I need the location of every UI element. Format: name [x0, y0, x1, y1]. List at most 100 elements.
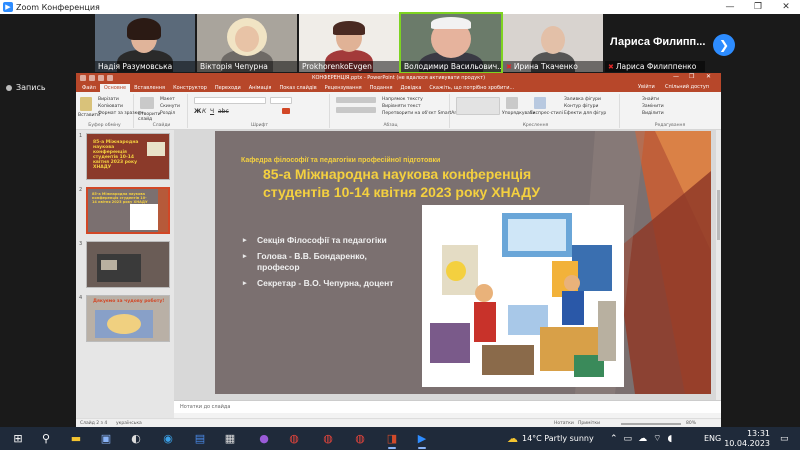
select-button[interactable]: Виділити [642, 111, 664, 116]
list-icons[interactable] [336, 97, 376, 103]
cut-button[interactable]: Вирізати [98, 97, 119, 102]
input-language[interactable]: ENG [704, 427, 721, 450]
chrome-button[interactable]: ◍ [320, 431, 336, 445]
notes-pane[interactable]: Нотатки до слайда [174, 400, 721, 413]
italic-icon[interactable]: К [202, 108, 206, 115]
redo-icon[interactable] [98, 75, 104, 81]
powerpoint-taskbar-button[interactable]: ◨ [384, 431, 400, 445]
paste-icon[interactable] [80, 97, 92, 111]
new-slide-button[interactable]: Створити слайд [138, 112, 161, 122]
clock[interactable]: 13:31 10.04.2023 [724, 427, 770, 450]
tab-slideshow[interactable]: Показ слайдів [275, 84, 320, 92]
vertical-scrollbar[interactable] [716, 130, 721, 400]
tab-animations[interactable]: Анімація [245, 84, 276, 92]
arrange-icon[interactable] [506, 97, 518, 109]
store-icon: ▣ [100, 431, 112, 445]
strikethrough-icon[interactable]: abc [218, 108, 229, 115]
font-size-dropdown[interactable] [270, 97, 292, 104]
quick-styles-button[interactable]: Експрес-стилі [530, 111, 563, 116]
smartart-button[interactable]: Перетворити на об'єкт SmartArt [382, 111, 458, 116]
tab-design[interactable]: Конструктор [169, 84, 211, 92]
app-button[interactable]: ◐ [128, 431, 144, 445]
maximize-button[interactable]: ❐ [744, 0, 772, 14]
store-button[interactable]: ▣ [98, 431, 114, 445]
weather-widget[interactable]: ☁ 14°C Partly sunny [507, 427, 594, 450]
status-language[interactable]: українська [116, 421, 142, 426]
new-slide-icon[interactable] [140, 97, 154, 109]
wifi-icon[interactable]: ⌔ [653, 433, 661, 444]
notifications-icon[interactable]: ▭ [780, 427, 789, 450]
minimize-button[interactable]: — [716, 0, 744, 14]
zoom-slider[interactable] [621, 423, 681, 425]
windows-start-button[interactable]: ⊞ [10, 431, 26, 445]
app-button[interactable]: ▦ [222, 431, 238, 445]
share-button[interactable]: Спільний доступ [661, 83, 713, 92]
align-icons[interactable] [336, 107, 376, 113]
slide-thumbnail-1[interactable]: 85-а Міжнародна наукова конференція студ… [86, 133, 170, 180]
tab-help[interactable]: Довідка [397, 84, 426, 92]
shapes-gallery[interactable] [456, 97, 500, 115]
slide-thumbnail-3[interactable] [86, 241, 170, 288]
signin-link[interactable]: Увійти [634, 83, 659, 92]
tab-view[interactable]: Подання [366, 84, 397, 92]
chevron-right-icon: ❯ [718, 38, 730, 52]
copy-button[interactable]: Копіювати [98, 104, 123, 109]
shape-outline-button[interactable]: Контур фігури [564, 104, 598, 109]
section-button[interactable]: Розділ [160, 111, 175, 116]
participant-tile[interactable]: Надія Разумовська [95, 14, 195, 72]
underline-icon[interactable]: Ч [210, 108, 214, 115]
ribbon-home: Вставити Вирізати Копіювати Формат за зр… [76, 92, 721, 130]
tab-transitions[interactable]: Переходи [211, 84, 245, 92]
undo-icon[interactable] [89, 75, 95, 81]
tray-overflow-icon[interactable]: ⌃ [610, 434, 618, 444]
replace-button[interactable]: Замінити [642, 104, 664, 109]
font-name-dropdown[interactable] [194, 97, 266, 104]
align-text-button[interactable]: Вирівняти текст [382, 104, 421, 109]
viber-button[interactable]: ● [256, 431, 272, 445]
participant-tile[interactable]: ✖ Ирина Ткаченко [503, 14, 603, 72]
volume-icon[interactable]: ◖ [668, 434, 673, 444]
quick-styles-icon[interactable] [534, 97, 546, 109]
participant-tile[interactable]: ProkhorenkoEvgen [299, 14, 399, 72]
shape-fill-button[interactable]: Заливка фігури [564, 97, 601, 102]
comments-toggle[interactable]: Примітки [578, 421, 600, 426]
notes-toggle[interactable]: Нотатки [554, 421, 574, 426]
participant-tile-active[interactable]: Володимир Васильович... [399, 12, 503, 74]
font-color-icon[interactable] [282, 108, 290, 114]
reset-button[interactable]: Скинути [160, 104, 180, 109]
close-button[interactable]: ✕ [772, 0, 800, 14]
current-slide[interactable]: Кафедра філософії та педагогіки професій… [215, 131, 711, 394]
tab-review[interactable]: Рецензування [321, 84, 366, 92]
shape-effects-button[interactable]: Ефекти для фігур [564, 111, 606, 116]
chrome-button[interactable]: ◍ [286, 431, 302, 445]
tab-file[interactable]: Файл [78, 84, 100, 92]
recording-indicator[interactable]: Запись [6, 83, 46, 92]
find-button[interactable]: Знайти [642, 97, 659, 102]
cloud-icon[interactable]: ☁ [638, 434, 647, 444]
ppt-maximize-button[interactable]: ❐ [689, 73, 694, 83]
next-page-button[interactable]: ❯ [713, 34, 735, 56]
network-icon[interactable]: ▭ [624, 434, 633, 444]
start-slideshow-icon[interactable] [107, 75, 113, 81]
save-icon[interactable] [80, 75, 86, 81]
tab-home[interactable]: Основне [99, 84, 131, 92]
text-direction-button[interactable]: Напрямок тексту [382, 97, 423, 102]
participant-tile[interactable]: Вікторія Чепурна [197, 14, 297, 72]
ppt-minimize-button[interactable]: — [673, 73, 679, 83]
tell-me-box[interactable]: Скажіть, що потрібно зробити... [425, 84, 518, 92]
zoom-percent[interactable]: 80% [686, 421, 696, 426]
zoom-taskbar-button[interactable]: ▶ [414, 431, 430, 445]
chrome-button[interactable]: ◍ [352, 431, 368, 445]
file-explorer-button[interactable]: ▬ [68, 431, 84, 445]
app-button[interactable]: ▤ [192, 431, 208, 445]
slide-thumbnail-4[interactable]: Дякуємо за чудову роботу! [86, 295, 170, 342]
slide-title: 85-а Міжнародна наукова конференція студ… [263, 166, 541, 200]
bold-icon[interactable]: Ж [194, 108, 201, 115]
edge-button[interactable]: ◉ [160, 431, 176, 445]
paste-button[interactable]: Вставити [78, 113, 100, 118]
ppt-close-button[interactable]: ✕ [706, 73, 711, 83]
layout-button[interactable]: Макет [160, 97, 175, 102]
tab-insert[interactable]: Вставлення [130, 84, 169, 92]
slide-thumbnail-2[interactable]: 85-а Міжнародна наукова конференція студ… [86, 187, 170, 234]
search-button[interactable]: ⚲ [38, 431, 54, 445]
